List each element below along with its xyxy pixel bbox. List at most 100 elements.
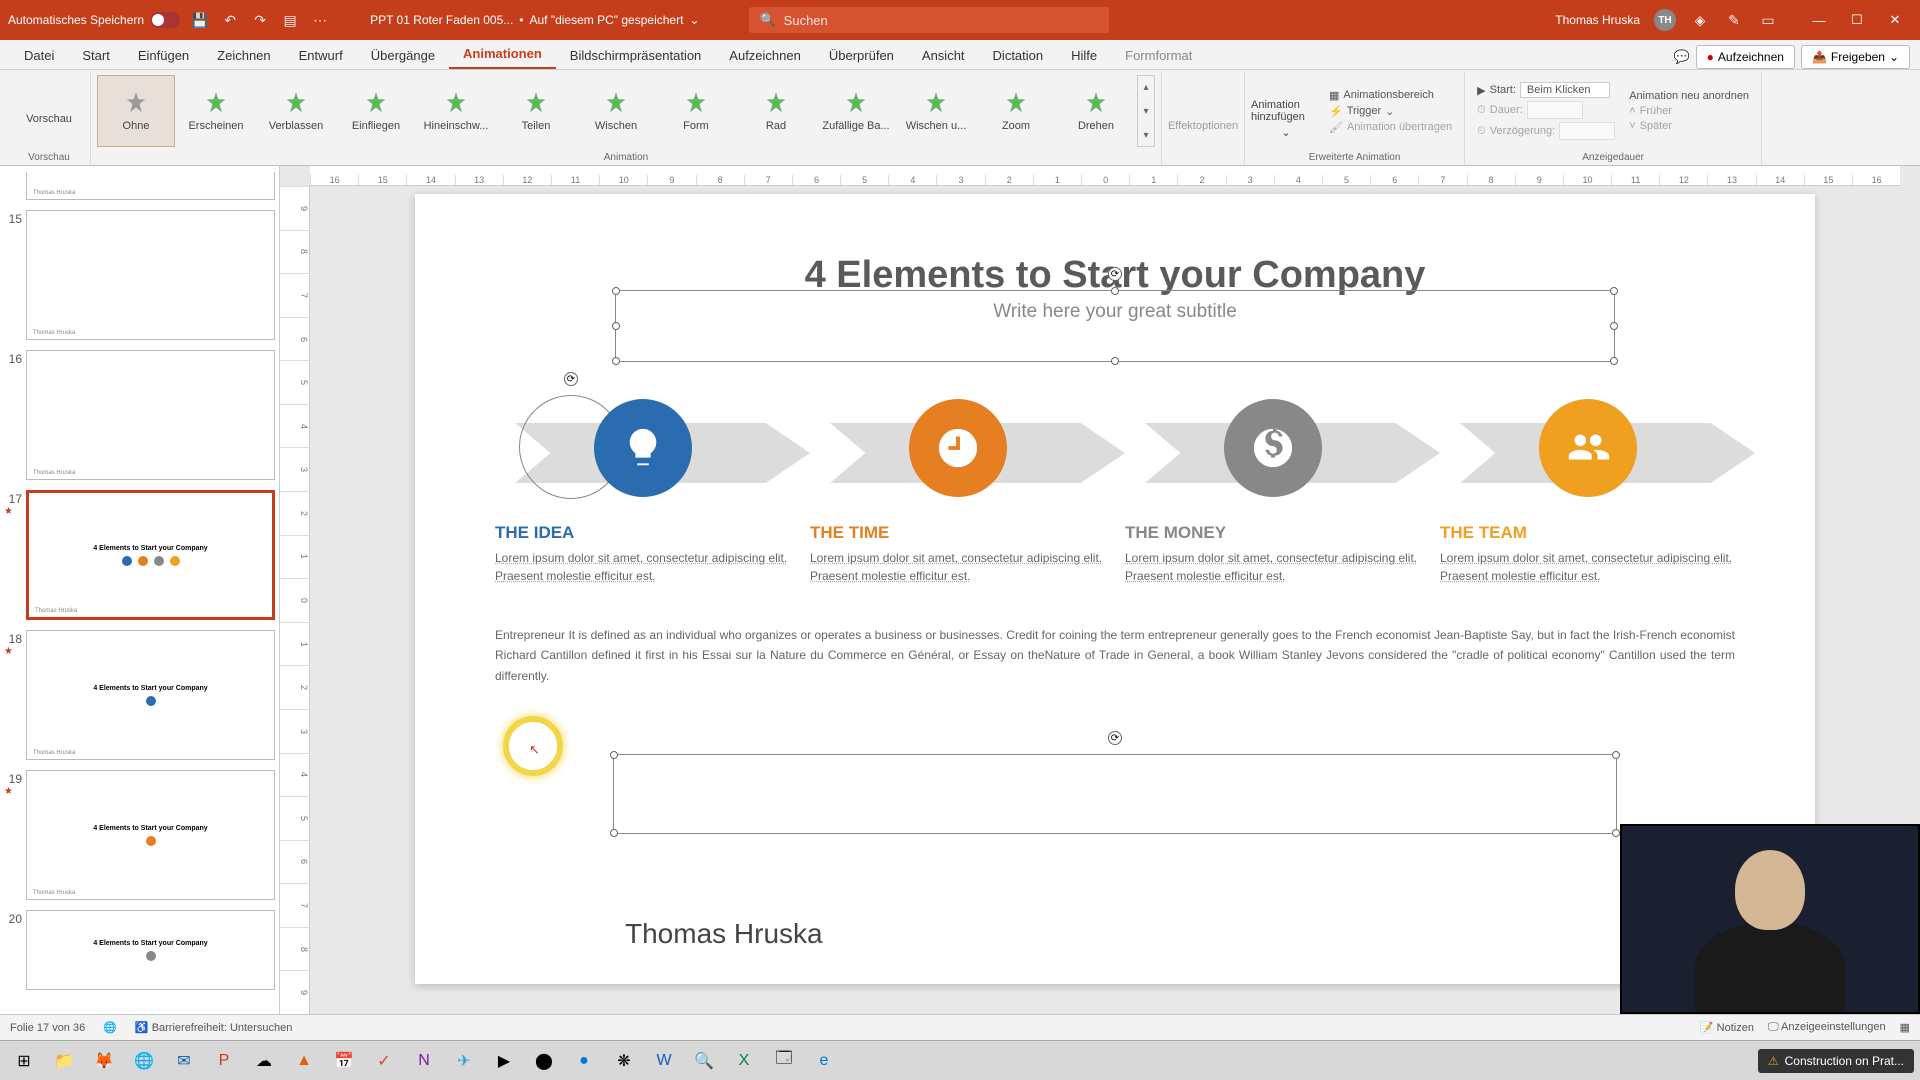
element-card[interactable]: THE TEAM Lorem ipsum dolor sit amet, con…: [1440, 383, 1735, 585]
more-icon[interactable]: ⋯: [310, 10, 330, 30]
vlc-icon[interactable]: ▲: [286, 1044, 322, 1078]
card-heading[interactable]: THE TEAM: [1440, 523, 1735, 543]
slide-counter[interactable]: Folie 17 von 36: [10, 1022, 85, 1034]
explorer-icon[interactable]: 📁: [46, 1044, 82, 1078]
rotate-handle-icon[interactable]: ⟳: [1108, 731, 1122, 745]
tab-dictation[interactable]: Dictation: [979, 42, 1058, 69]
app-icon[interactable]: 🗔: [766, 1044, 802, 1078]
word-icon[interactable]: W: [646, 1044, 682, 1078]
animation-drehen[interactable]: Drehen: [1057, 75, 1135, 147]
card-body[interactable]: Lorem ipsum dolor sit amet, consectetur …: [1440, 549, 1735, 585]
card-heading[interactable]: THE IDEA: [495, 523, 790, 543]
animation-hineinschw-[interactable]: Hineinschw...: [417, 75, 495, 147]
tab-einfuegen[interactable]: Einfügen: [124, 42, 203, 69]
excel-icon[interactable]: X: [726, 1044, 762, 1078]
calendar-icon[interactable]: 📅: [326, 1044, 362, 1078]
tab-entwurf[interactable]: Entwurf: [285, 42, 357, 69]
toggle-switch-icon[interactable]: [150, 12, 180, 28]
animation-wischen-u-[interactable]: Wischen u...: [897, 75, 975, 147]
card-heading[interactable]: THE MONEY: [1125, 523, 1420, 543]
card-body[interactable]: Lorem ipsum dolor sit amet, consectetur …: [810, 549, 1105, 585]
delay-spinner[interactable]: [1559, 122, 1615, 140]
selection-box[interactable]: ⟳: [615, 290, 1615, 362]
slide-thumbnail-18[interactable]: 4 Elements to Start your CompanyThomas H…: [26, 630, 275, 760]
idea-circle-icon[interactable]: [594, 399, 692, 497]
trigger-button[interactable]: ⚡ Trigger ⌄: [1329, 105, 1452, 118]
time-circle-icon[interactable]: [909, 399, 1007, 497]
outlook-icon[interactable]: ✉: [166, 1044, 202, 1078]
animation-verblassen[interactable]: Verblassen: [257, 75, 335, 147]
tab-animationen[interactable]: Animationen: [449, 40, 556, 69]
selection-box[interactable]: ⟳: [613, 754, 1617, 834]
comments-icon[interactable]: 💬: [1673, 49, 1689, 65]
tab-uebergaenge[interactable]: Übergänge: [357, 42, 449, 69]
record-button[interactable]: ●Aufzeichnen: [1696, 45, 1795, 69]
animation-zoom[interactable]: Zoom: [977, 75, 1055, 147]
tab-start[interactable]: Start: [68, 42, 123, 69]
edge-icon[interactable]: e: [806, 1044, 842, 1078]
element-card[interactable]: ⟳ THE IDEA Lorem ipsum dolor sit amet, c…: [495, 383, 790, 585]
move-later-button[interactable]: ˅ Später: [1629, 120, 1749, 132]
tab-datei[interactable]: Datei: [10, 42, 68, 69]
app-icon[interactable]: ☁: [246, 1044, 282, 1078]
start-dropdown[interactable]: Beim Klicken: [1520, 82, 1610, 98]
slide-canvas[interactable]: ⟳ 4 Elements to Start your Company Write…: [415, 194, 1815, 984]
card-body[interactable]: Lorem ipsum dolor sit amet, consectetur …: [495, 549, 790, 585]
diamond-icon[interactable]: ◈: [1690, 10, 1710, 30]
tab-aufzeichnen[interactable]: Aufzeichnen: [715, 42, 815, 69]
slide-thumbnail-19[interactable]: 4 Elements to Start your CompanyThomas H…: [26, 770, 275, 900]
effect-options-button[interactable]: Effektoptionen: [1168, 83, 1238, 155]
language-button[interactable]: 🌐: [103, 1021, 117, 1034]
share-button[interactable]: 📤Freigeben⌄: [1801, 45, 1910, 69]
animation-einfliegen[interactable]: Einfliegen: [337, 75, 415, 147]
tab-ueberpruefen[interactable]: Überprüfen: [815, 42, 908, 69]
animation-wischen[interactable]: Wischen: [577, 75, 655, 147]
redo-icon[interactable]: ↷: [250, 10, 270, 30]
save-icon[interactable]: 💾: [190, 10, 210, 30]
animation-rad[interactable]: Rad: [737, 75, 815, 147]
telegram-icon[interactable]: ✈: [446, 1044, 482, 1078]
search-input[interactable]: [784, 13, 1100, 28]
element-card[interactable]: THE MONEY Lorem ipsum dolor sit amet, co…: [1125, 383, 1420, 585]
money-circle-icon[interactable]: [1224, 399, 1322, 497]
app-icon[interactable]: ▶: [486, 1044, 522, 1078]
animation-pane-button[interactable]: ▦ Animationsbereich: [1329, 89, 1452, 102]
search-box[interactable]: 🔍: [749, 7, 1109, 33]
card-body[interactable]: Lorem ipsum dolor sit amet, consectetur …: [1125, 549, 1420, 585]
app-icon[interactable]: 🔍: [686, 1044, 722, 1078]
onenote-icon[interactable]: N: [406, 1044, 442, 1078]
powerpoint-icon[interactable]: P: [206, 1044, 242, 1078]
slide-thumbnail-panel[interactable]: Thomas Hruska 15Thomas Hruska 16Thomas H…: [0, 166, 280, 1014]
accessibility-button[interactable]: ♿ Barrierefreiheit: Untersuchen: [135, 1021, 292, 1034]
document-title[interactable]: PPT 01 Roter Faden 005... • Auf "diesem …: [370, 13, 699, 27]
undo-icon[interactable]: ↶: [220, 10, 240, 30]
tab-praesentation[interactable]: Bildschirmpräsentation: [556, 42, 716, 69]
window-icon[interactable]: ▭: [1758, 10, 1778, 30]
card-heading[interactable]: THE TIME: [810, 523, 1105, 543]
gallery-more-button[interactable]: ▴▾▾: [1137, 75, 1155, 147]
animation-form[interactable]: Form: [657, 75, 735, 147]
start-button[interactable]: ⊞: [6, 1044, 42, 1078]
add-animation-button[interactable]: Animation hinzufügen⌄: [1251, 75, 1321, 147]
tab-zeichnen[interactable]: Zeichnen: [203, 42, 284, 69]
author-footer[interactable]: Thomas Hruska: [625, 918, 823, 950]
animation-zuf-llige-ba-[interactable]: Zufällige Ba...: [817, 75, 895, 147]
todoist-icon[interactable]: ✓: [366, 1044, 402, 1078]
slide-thumbnail-15[interactable]: Thomas Hruska: [26, 210, 275, 340]
pen-icon[interactable]: ✎: [1724, 10, 1744, 30]
element-card[interactable]: THE TIME Lorem ipsum dolor sit amet, con…: [810, 383, 1105, 585]
animation-ohne[interactable]: Ohne: [97, 75, 175, 147]
close-button[interactable]: ✕: [1878, 7, 1912, 33]
autosave-toggle[interactable]: Automatisches Speichern: [8, 12, 180, 28]
notes-button[interactable]: 📝 Notizen: [1700, 1021, 1754, 1034]
slide-thumbnail-20[interactable]: 4 Elements to Start your Company: [26, 910, 275, 990]
present-icon[interactable]: ▤: [280, 10, 300, 30]
tab-ansicht[interactable]: Ansicht: [908, 42, 979, 69]
duration-spinner[interactable]: [1527, 101, 1583, 119]
obs-icon[interactable]: ⬤: [526, 1044, 562, 1078]
firefox-icon[interactable]: 🦊: [86, 1044, 122, 1078]
record-icon[interactable]: ●: [566, 1044, 602, 1078]
notification-toast[interactable]: ⚠Construction on Prat...: [1758, 1049, 1914, 1073]
display-settings-button[interactable]: 🖵 Anzeigeeinstellungen: [1768, 1021, 1886, 1034]
animation-erscheinen[interactable]: Erscheinen: [177, 75, 255, 147]
